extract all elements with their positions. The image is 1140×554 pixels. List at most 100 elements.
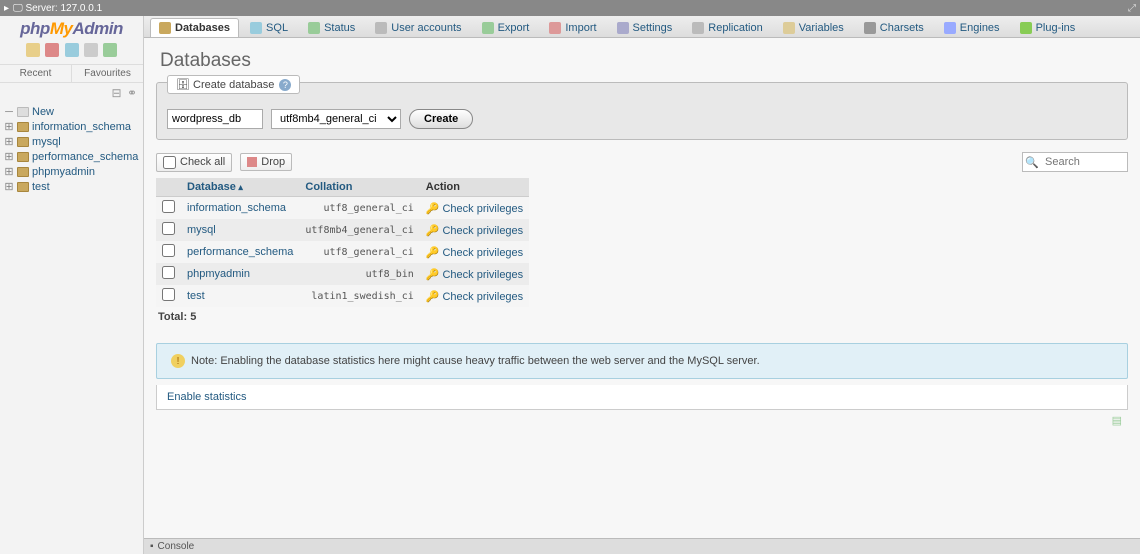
tree-link-icon[interactable]: ⚭ [127,86,137,100]
tab-plug-ins[interactable]: Plug-ins [1011,18,1085,37]
total-row: Total: 5 [156,307,1128,327]
tree-item[interactable]: ⊞mysql [4,134,143,149]
privileges-icon: 🔑 [426,225,440,237]
db-link[interactable]: phpmyadmin [187,268,250,280]
tree-item[interactable]: ⊞test [4,179,143,194]
db-name-input[interactable] [167,109,263,129]
tree-item[interactable]: ⊞information_schema [4,119,143,134]
check-all[interactable]: Check all [156,153,232,172]
check-privileges-link[interactable]: Check privileges [442,269,523,281]
search-icon: 🔍 [1023,156,1041,169]
enable-statistics[interactable]: Enable statistics [156,385,1128,410]
search-input[interactable] [1041,153,1127,171]
console-icon: ▪ [150,541,154,552]
drop-icon [247,157,257,167]
server-icon: ▸ [4,3,9,14]
database-icon [17,182,29,192]
new-db-icon [17,107,29,117]
tab-engines[interactable]: Engines [935,18,1009,37]
docs-icon[interactable] [84,43,98,57]
tab-user-accounts[interactable]: User accounts [366,18,470,37]
privileges-icon: 🔑 [426,247,440,259]
tab-variables[interactable]: Variables [774,18,853,37]
database-icon [17,122,29,132]
tc-db-icon [159,22,171,34]
tc-var-icon [783,22,795,34]
tc-users-icon [375,22,387,34]
top-tabs: DatabasesSQLStatusUser accountsExportImp… [144,16,1140,38]
tab-databases[interactable]: Databases [150,18,239,37]
privileges-icon: 🔑 [426,269,440,281]
tab-settings[interactable]: Settings [608,18,682,37]
row-checkbox[interactable] [162,222,175,235]
search-box: 🔍 [1022,152,1128,172]
create-database-fieldset: 🗄 Create database ? utf8mb4_general_ci C… [156,82,1128,140]
tree-collapse-icon[interactable]: ⊟ [112,86,122,100]
tab-export[interactable]: Export [473,18,539,37]
check-all-box[interactable] [163,156,176,169]
privileges-icon: 🔑 [426,291,440,303]
row-collation: utf8mb4_general_ci [299,219,419,241]
col-database[interactable]: Database [181,178,299,197]
tc-settings-icon [617,22,629,34]
collapse-icon[interactable]: ⤢ [1128,3,1136,14]
reload-icon[interactable] [103,43,117,57]
database-icon [17,167,29,177]
warning-icon: ! [171,354,185,368]
tab-recent[interactable]: Recent [0,65,71,82]
tab-sql[interactable]: SQL [241,18,297,37]
db-link[interactable]: test [187,290,205,302]
tc-import-icon [549,22,561,34]
tree-item[interactable]: ⊞performance_schema [4,149,143,164]
check-privileges-link[interactable]: Check privileges [442,203,523,215]
check-privileges-link[interactable]: Check privileges [442,291,523,303]
page-title: Databases [160,50,1128,72]
table-row: information_schemautf8_general_ci🔑Check … [156,197,529,220]
row-collation: utf8_general_ci [299,197,419,220]
content: Databases 🗄 Create database ? utf8mb4_ge… [144,38,1140,554]
db-tree: ─New ⊞information_schema ⊞mysql ⊞perform… [0,103,143,194]
tc-sql-icon [250,22,262,34]
collation-select[interactable]: utf8mb4_general_ci [271,109,401,129]
tc-plug-icon [1020,22,1032,34]
check-privileges-link[interactable]: Check privileges [442,225,523,237]
database-table: Database Collation Action information_sc… [156,178,529,307]
database-icon [17,137,29,147]
server-label: 🖵 Server: 127.0.0.1 [13,3,102,14]
row-checkbox[interactable] [162,266,175,279]
tab-import[interactable]: Import [540,18,605,37]
help-icon[interactable]: ? [279,79,291,91]
sidebar: phpMyAdmin Recent Favourites ⊟ ⚭ ─New ⊞i… [0,16,144,554]
sidebar-quick-icons [0,41,143,64]
tab-favourites[interactable]: Favourites [71,65,143,82]
check-privileges-link[interactable]: Check privileges [442,247,523,259]
server-bar: ▸ 🖵 Server: 127.0.0.1 ⤢ [0,0,1140,16]
db-link[interactable]: performance_schema [187,246,293,258]
db-link[interactable]: information_schema [187,202,286,214]
logout-icon[interactable] [45,43,59,57]
col-collation[interactable]: Collation [299,178,419,197]
console-bar[interactable]: ▪ Console [144,538,1140,554]
sql-window-icon[interactable] [65,43,79,57]
row-checkbox[interactable] [162,200,175,213]
tab-replication[interactable]: Replication [683,18,771,37]
row-collation: utf8_general_ci [299,241,419,263]
database-icon [17,152,29,162]
db-link[interactable]: mysql [187,224,216,236]
tc-rep-icon [692,22,704,34]
logo: phpMyAdmin [0,16,143,41]
row-checkbox[interactable] [162,244,175,257]
home-icon[interactable] [26,43,40,57]
table-row: phpmyadminutf8_bin🔑Check privileges [156,263,529,285]
drop-button[interactable]: Drop [240,153,292,171]
tree-new[interactable]: ─New [4,105,143,119]
tab-status[interactable]: Status [299,18,364,37]
tab-charsets[interactable]: Charsets [855,18,933,37]
main: DatabasesSQLStatusUser accountsExportImp… [144,16,1140,554]
tree-item[interactable]: ⊞phpmyadmin [4,164,143,179]
export-small-icon[interactable]: ▤ [1112,415,1122,427]
create-button[interactable]: Create [409,109,473,129]
table-row: mysql utf8mb4_general_ci 🔑Check privileges [156,219,529,241]
tc-eng-icon [944,22,956,34]
row-checkbox[interactable] [162,288,175,301]
